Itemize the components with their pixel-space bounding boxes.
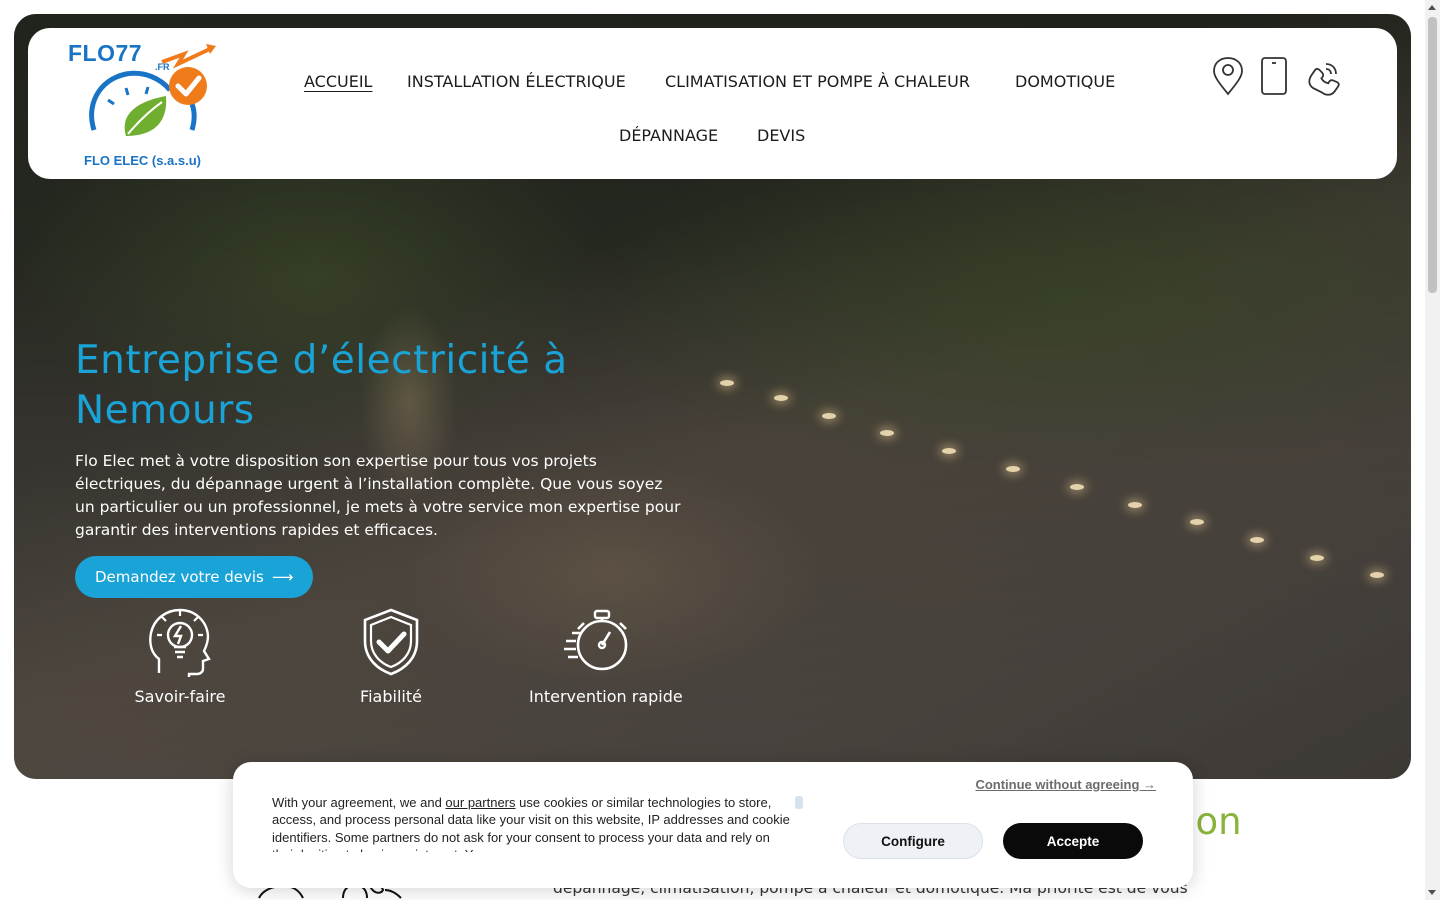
ground-light xyxy=(822,413,836,419)
nav-accueil[interactable]: ACCUEIL xyxy=(304,72,372,91)
logo-domain-suffix: .FR xyxy=(155,62,170,72)
ground-light xyxy=(1190,519,1204,525)
page-scrollbar[interactable] xyxy=(1425,0,1440,900)
feature-fiabilite: Fiabilité xyxy=(331,607,451,706)
main-nav: ACCUEIL INSTALLATION ÉLECTRIQUE CLIMATIS… xyxy=(288,28,1148,179)
ground-light xyxy=(774,395,788,401)
logo[interactable]: FLO77 .FR FLO ELEC (s.a.s.u) xyxy=(68,40,218,172)
request-quote-label: Demandez votre devis xyxy=(95,568,264,586)
mobile-phone-icon[interactable] xyxy=(1259,56,1289,100)
hero-title: Entreprise d’électricité à Nemours xyxy=(75,338,568,433)
feature-intervention-rapide: Intervention rapide xyxy=(529,607,683,706)
nav-depannage[interactable]: DÉPANNAGE xyxy=(619,126,718,145)
scroll-down-arrow-icon[interactable] xyxy=(1428,890,1436,895)
ground-light xyxy=(1006,466,1020,472)
accept-button[interactable]: Accepte xyxy=(1003,823,1143,859)
nav-climatisation-pompe-chaleur[interactable]: CLIMATISATION ET POMPE À CHALEUR xyxy=(665,72,970,91)
arrow-right-icon: ⟶ xyxy=(271,568,294,586)
nav-installation-electrique[interactable]: INSTALLATION ÉLECTRIQUE xyxy=(407,72,626,91)
site-header: FLO77 .FR FLO ELEC (s.a.s.u) ACCUEIL INS… xyxy=(28,28,1397,179)
shield-check-icon xyxy=(363,608,419,676)
nav-domotique[interactable]: DOMOTIQUE xyxy=(1015,72,1115,91)
hero-content: Entreprise d’électricité à Nemours Flo E… xyxy=(75,336,695,598)
ground-light xyxy=(1310,555,1324,561)
ground-light xyxy=(1250,537,1264,543)
our-partners-link[interactable]: our partners xyxy=(445,795,515,810)
cookie-consent-text: With your agreement, we and our partners… xyxy=(272,794,797,852)
ground-light xyxy=(1128,502,1142,508)
scroll-up-arrow-icon[interactable] xyxy=(1428,5,1436,10)
configure-button[interactable]: Configure xyxy=(843,823,983,859)
ground-light xyxy=(1070,484,1084,490)
feature-label: Savoir-faire xyxy=(134,687,226,706)
ground-light xyxy=(1370,572,1384,578)
map-pin-icon[interactable] xyxy=(1211,56,1245,100)
cookie-text-scrollbar[interactable] xyxy=(795,796,803,809)
telephone-icon[interactable] xyxy=(1303,56,1343,100)
continue-without-agreeing-link[interactable]: Continue without agreeing → xyxy=(975,777,1156,792)
head-lightbulb-icon xyxy=(149,608,211,677)
ground-light xyxy=(942,448,956,454)
logo-brand: FLO77 xyxy=(68,40,143,66)
nav-devis[interactable]: DEVIS xyxy=(757,126,805,145)
cookie-text-start: With your agreement, we and xyxy=(272,795,446,810)
ground-light xyxy=(880,430,894,436)
feature-label: Fiabilité xyxy=(360,687,422,706)
hero-description: Flo Elec met à votre disposition son exp… xyxy=(75,452,681,539)
stopwatch-icon xyxy=(564,609,628,671)
ground-light xyxy=(720,380,734,386)
feature-savoir-faire: Savoir-faire xyxy=(120,607,240,706)
contact-icons xyxy=(1211,56,1343,100)
scrollbar-thumb[interactable] xyxy=(1428,17,1437,293)
feature-label: Intervention rapide xyxy=(529,687,683,706)
request-quote-button[interactable]: Demandez votre devis ⟶ xyxy=(75,556,314,598)
logo-caption: FLO ELEC (s.a.s.u) xyxy=(84,153,202,168)
page: Entreprise d’électricité à Nemours Flo E… xyxy=(0,0,1440,900)
cookie-consent-banner: Continue without agreeing → With your ag… xyxy=(233,762,1193,888)
